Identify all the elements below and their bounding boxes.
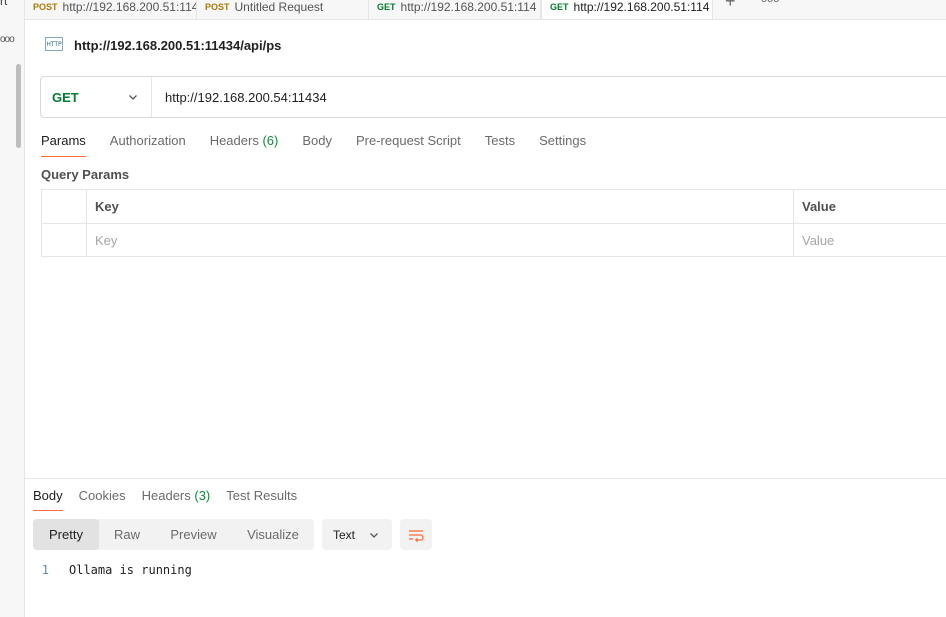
tab-method: GET	[550, 2, 569, 12]
response-tab-cookies[interactable]: Cookies	[79, 488, 126, 511]
tab-headers-label: Headers	[209, 133, 259, 148]
table-header-row: Key Value	[42, 190, 946, 223]
tab-title: http://192.168.200.51:114	[573, 0, 710, 14]
sidebar-scrollbar[interactable]	[16, 64, 21, 148]
line-number: 1	[41, 563, 49, 577]
response-pane: Body Cookies Headers (3) Test Results Pr…	[25, 478, 946, 617]
request-tab-strip: POST http://192.168.200.51:1143 POST Unt…	[25, 0, 946, 20]
response-body-text[interactable]: Ollama is running	[69, 563, 192, 577]
new-tab-icon[interactable]: +	[725, 0, 736, 12]
url-bar: GET	[40, 76, 946, 118]
wrap-lines-icon	[409, 529, 424, 542]
format-dropdown[interactable]: Text	[322, 519, 392, 550]
checkbox-column-header	[42, 190, 87, 223]
response-tab-test-results[interactable]: Test Results	[226, 488, 297, 511]
url-input[interactable]	[152, 89, 852, 105]
response-headers-count: (3)	[194, 488, 211, 503]
tab-method: GET	[377, 2, 396, 12]
tab-authorization[interactable]: Authorization	[110, 133, 186, 157]
tab-tests[interactable]: Tests	[485, 133, 515, 157]
http-icon-text: HTTP	[46, 41, 62, 48]
tab-title: http://192.168.200.51:1143	[62, 0, 197, 14]
chevron-down-icon	[129, 95, 137, 100]
response-headers-label: Headers	[141, 488, 191, 503]
chevron-down-icon	[370, 532, 378, 538]
response-tabs: Body Cookies Headers (3) Test Results	[33, 488, 313, 511]
view-visualize-button[interactable]: Visualize	[232, 519, 314, 550]
sidebar-more-icon[interactable]: ooo	[0, 34, 15, 45]
method-selector[interactable]: GET	[41, 77, 152, 117]
request-tab[interactable]: POST Untitled Request	[197, 0, 369, 19]
key-column-header: Key	[87, 190, 794, 223]
request-title[interactable]: http://192.168.200.51:11434/api/ps	[74, 38, 281, 53]
key-input[interactable]: Key	[87, 224, 794, 256]
view-raw-button[interactable]: Raw	[99, 519, 155, 550]
query-params-table: Key Value Key Value	[41, 189, 946, 257]
value-column-header: Value	[802, 199, 836, 214]
query-params-heading: Query Params	[41, 167, 130, 182]
view-pretty-button[interactable]: Pretty	[33, 519, 99, 550]
format-label: Text	[333, 527, 356, 542]
request-tab[interactable]: GET http://192.168.200.51:114	[369, 0, 541, 19]
tab-settings[interactable]: Settings	[539, 133, 586, 157]
value-input[interactable]: Value	[794, 224, 946, 256]
response-tab-headers[interactable]: Headers (3)	[142, 488, 211, 511]
more-tabs-icon[interactable]: ooo	[761, 0, 779, 5]
tab-method: POST	[33, 2, 58, 12]
tab-params[interactable]: Params	[41, 133, 86, 157]
tab-prerequest-script[interactable]: Pre-request Script	[356, 133, 461, 157]
response-view-selector: Pretty Raw Preview Visualize	[33, 519, 314, 550]
tab-headers[interactable]: Headers (6)	[210, 133, 279, 157]
tab-method: POST	[205, 2, 230, 12]
tab-title: Untitled Request	[234, 0, 324, 14]
tab-headers-count: (6)	[262, 133, 279, 148]
request-tab[interactable]: POST http://192.168.200.51:1143	[25, 0, 197, 19]
request-tab-active[interactable]: GET http://192.168.200.51:114	[541, 0, 713, 19]
http-request-icon: HTTP	[45, 37, 63, 51]
table-row: Key Value	[42, 223, 946, 256]
left-sidebar: rt ooo	[0, 0, 25, 617]
view-preview-button[interactable]: Preview	[155, 519, 232, 550]
response-body-line: 1 Ollama is running	[25, 563, 192, 577]
row-checkbox-cell[interactable]	[42, 224, 87, 256]
tab-body[interactable]: Body	[302, 133, 332, 157]
sidebar-label: rt	[0, 0, 8, 8]
wrap-lines-button[interactable]	[400, 519, 432, 550]
request-tabs: Params Authorization Headers (6) Body Pr…	[41, 133, 610, 157]
response-tab-body[interactable]: Body	[33, 488, 63, 511]
tab-title: http://192.168.200.51:114	[400, 0, 537, 14]
method-label: GET	[52, 89, 79, 105]
